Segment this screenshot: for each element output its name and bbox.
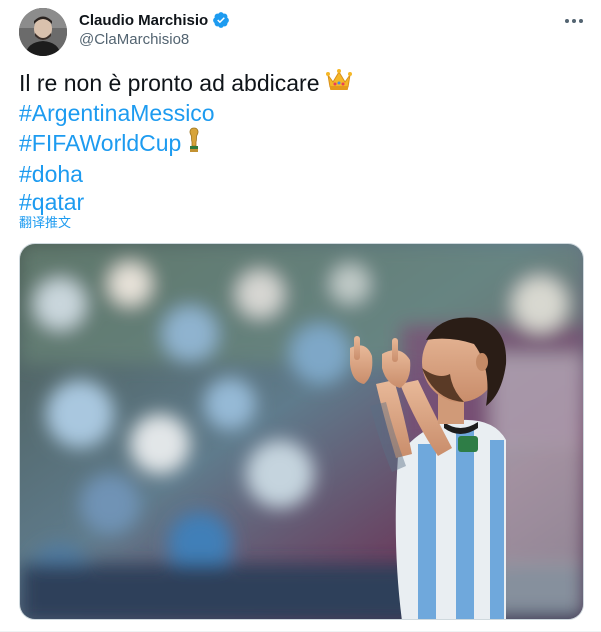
photo-of-player-pointing-skyward-icon <box>20 244 583 619</box>
author-avatar[interactable] <box>19 8 67 56</box>
tweet-line: #doha <box>19 160 579 189</box>
more-options-button[interactable] <box>563 10 585 32</box>
tweet-text: Il re non è pronto ad abdicare #Argentin… <box>19 68 579 217</box>
more-dot <box>572 19 576 23</box>
tweet-line: #qatar <box>19 188 579 217</box>
world-cup-trophy-emoji-icon <box>187 127 201 160</box>
hashtag-doha-link[interactable]: #doha <box>19 160 83 189</box>
more-dots-icon <box>565 19 569 23</box>
more-dot <box>579 19 583 23</box>
tweet-line: #ArgentinaMessico <box>19 99 579 128</box>
author-display-name[interactable]: Claudio Marchisio <box>79 12 208 29</box>
translate-tweet-link[interactable]: 翻译推文 <box>19 212 71 231</box>
tweet-line: #FIFAWorldCup <box>19 127 579 160</box>
hashtag-argentinamessico-link[interactable]: #ArgentinaMessico <box>19 99 215 128</box>
tweet[interactable]: Claudio Marchisio @ClaMarchisio8 Il re n… <box>0 0 601 632</box>
author-name-row[interactable]: Claudio Marchisio <box>79 11 230 29</box>
crown-emoji-icon <box>325 68 353 99</box>
tweet-photo[interactable] <box>19 243 584 620</box>
tweet-text-line: Il re non è pronto ad abdicare <box>19 70 320 96</box>
tweet-line: Il re non è pronto ad abdicare <box>19 68 579 99</box>
verified-badge-icon <box>212 11 230 29</box>
hashtag-fifaworldcup-link[interactable]: #FIFAWorldCup <box>19 129 181 158</box>
author-handle[interactable]: @ClaMarchisio8 <box>79 31 189 48</box>
